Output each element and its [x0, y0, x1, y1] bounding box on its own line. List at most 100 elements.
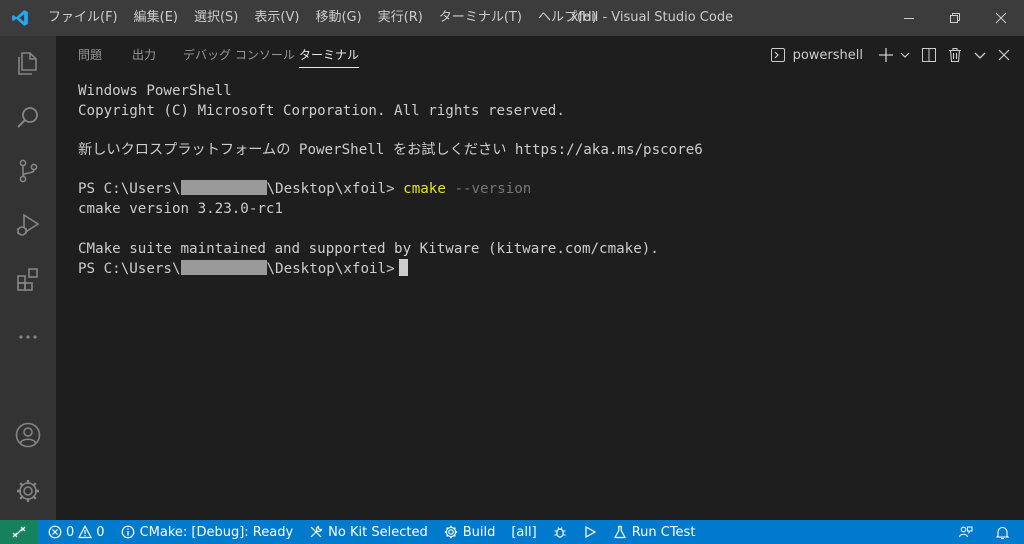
status-bar-right [946, 520, 1024, 544]
search-icon [17, 107, 38, 128]
kill-terminal-button[interactable] [942, 36, 968, 74]
title-bar: ファイル(F) 編集(E) 選択(S) 表示(V) 移動(G) 実行(R) ター… [0, 0, 1024, 36]
terminal-panel: 問題 出力 デバッグ コンソール ターミナル powershell Window… [56, 36, 1024, 520]
command-argument: --version [454, 181, 532, 198]
menu-go[interactable]: 移動(G) [307, 0, 369, 36]
source-control-button[interactable] [0, 144, 56, 198]
run-ctest-button[interactable]: Run CTest [605, 520, 704, 544]
more-icon [19, 335, 37, 339]
tab-output[interactable]: 出力 [132, 36, 156, 74]
terminal-line: Copyright (C) Microsoft Corporation. All… [78, 102, 565, 119]
beaker-icon [613, 525, 626, 539]
menu-edit[interactable]: 編集(E) [126, 0, 186, 36]
run-debug-icon [17, 213, 40, 236]
close-window-button[interactable] [978, 0, 1024, 36]
debug-button[interactable] [545, 520, 575, 544]
warning-count: 0 [96, 524, 105, 540]
menu-run[interactable]: 実行(R) [370, 0, 431, 36]
menu-bar: ファイル(F) 編集(E) 選択(S) 表示(V) 移動(G) 実行(R) ター… [40, 0, 605, 36]
accounts-button[interactable] [0, 408, 56, 462]
kit-label: No Kit Selected [328, 524, 428, 540]
terminal-line: Windows PowerShell [78, 83, 232, 99]
notifications-button[interactable] [985, 520, 1024, 544]
panel-actions: powershell [765, 36, 1016, 74]
search-button[interactable] [0, 90, 56, 144]
close-icon [998, 49, 1010, 61]
menu-selection[interactable]: 選択(S) [186, 0, 246, 36]
redacted-username [180, 180, 267, 196]
close-panel-button[interactable] [992, 36, 1016, 74]
tab-debug-console[interactable]: デバッグ コンソール [183, 36, 295, 74]
chevron-down-icon [974, 52, 986, 59]
status-bar: 0 0 CMake: [Debug]: Ready No Kit Selecte… [0, 520, 1024, 544]
launch-button[interactable] [575, 520, 605, 544]
maximize-panel-button[interactable] [968, 36, 992, 74]
run-debug-button[interactable] [0, 198, 56, 252]
terminal-prompt-line: PS C:\Users\ \Desktop\xfoil> [78, 259, 1008, 279]
prompt-suffix: \Desktop\xfoil> [266, 261, 395, 278]
bug-icon [554, 527, 566, 538]
terminal-output[interactable]: Windows PowerShell Copyright (C) Microso… [78, 82, 1008, 279]
cmake-status-label: CMake: [Debug]: Ready [139, 524, 294, 540]
manage-button[interactable] [0, 464, 56, 518]
play-icon [585, 525, 596, 539]
terminal-selector-label: powershell [792, 47, 863, 63]
panel-header: 問題 出力 デバッグ コンソール ターミナル powershell [56, 36, 1024, 74]
terminal-line: CMake suite maintained and supported by … [78, 240, 659, 257]
warning-icon [78, 525, 93, 539]
extensions-icon [17, 268, 38, 291]
gear-icon [444, 525, 457, 539]
new-terminal-button[interactable] [868, 36, 899, 74]
command-text: cmake [403, 181, 446, 198]
terminal-cursor [398, 259, 408, 277]
split-terminal-button[interactable] [916, 36, 942, 74]
kit-selector[interactable]: No Kit Selected [301, 520, 436, 544]
terminal-icon [770, 48, 785, 62]
menu-terminal[interactable]: ターミナル(T) [431, 0, 530, 36]
error-count: 0 [66, 524, 75, 540]
prompt-suffix: \Desktop\xfoil> [266, 181, 395, 198]
run-ctest-label: Run CTest [631, 524, 696, 540]
feedback-icon [958, 526, 973, 537]
tools-icon [310, 525, 323, 538]
plus-icon [879, 48, 893, 62]
activity-bar [0, 36, 56, 520]
restore-button[interactable] [932, 0, 978, 36]
info-icon [121, 525, 134, 539]
cmake-status[interactable]: CMake: [Debug]: Ready [113, 520, 302, 544]
launch-profile-button[interactable] [899, 36, 916, 74]
tab-problems[interactable]: 問題 [78, 36, 102, 74]
remote-button[interactable] [0, 520, 38, 544]
split-icon [922, 48, 936, 62]
menu-help[interactable]: ヘルプ(H) [530, 0, 605, 36]
problems-status[interactable]: 0 0 [38, 520, 113, 544]
more-button[interactable] [0, 310, 56, 364]
build-target-selector[interactable]: [all] [503, 520, 544, 544]
source-control-icon [19, 159, 38, 183]
manage-gear-icon [17, 480, 39, 502]
terminal-prompt-line: PS C:\Users\ \Desktop\xfoil> cmake --vers… [78, 180, 1008, 200]
restore-icon [950, 13, 960, 23]
minimize-button[interactable] [886, 0, 932, 36]
bell-icon [995, 526, 1010, 539]
terminal-line: 新しいクロスプラットフォームの PowerShell をお試しください http… [78, 142, 703, 159]
feedback-button[interactable] [946, 520, 985, 544]
files-icon [18, 52, 37, 75]
explorer-button[interactable] [0, 36, 56, 90]
tab-terminal[interactable]: ターミナル [299, 36, 360, 74]
menu-file[interactable]: ファイル(F) [40, 0, 126, 36]
terminal-selector[interactable]: powershell [765, 36, 868, 74]
build-button[interactable]: Build [436, 520, 504, 544]
extensions-button[interactable] [0, 252, 56, 306]
vscode-logo-icon[interactable] [0, 0, 40, 36]
accounts-icon [15, 422, 41, 448]
minimize-icon [904, 18, 914, 19]
menu-view[interactable]: 表示(V) [246, 0, 307, 36]
close-icon [995, 12, 1007, 24]
chevron-down-icon [900, 52, 910, 58]
trash-icon [949, 47, 961, 63]
terminal-line: cmake version 3.23.0-rc1 [78, 201, 283, 218]
